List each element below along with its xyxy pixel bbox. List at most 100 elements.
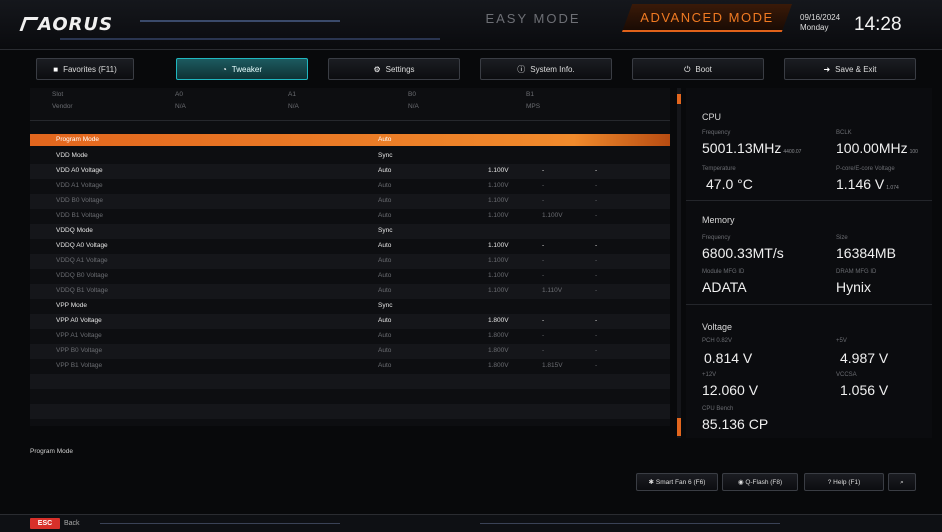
cpu-temp-value: 47.0 °C [706, 176, 753, 192]
v5-value: 4.987 V [840, 350, 889, 366]
setting-sep: - [595, 212, 598, 219]
setting-value: Auto [378, 272, 392, 279]
setting-value: Auto [378, 242, 392, 249]
date-text: 09/16/2024 [800, 13, 841, 22]
v5-label: +5V [836, 338, 847, 344]
tab-tweaker[interactable]: ◔ Tweaker [176, 58, 308, 80]
setting-row[interactable]: VDD A0 Voltage Auto 1.100V - - [30, 164, 670, 179]
setting-row[interactable]: VDD B0 Voltage Auto 1.100V - - [30, 194, 670, 209]
dram-mfg-value: Hynix [836, 279, 872, 295]
cpu-frequency-text: 5001.13MHz [702, 140, 782, 156]
setting-row[interactable]: VDDQ B0 Voltage Auto 1.100V - - [30, 269, 670, 284]
tab-save-exit[interactable]: ➜ Save & Exit [784, 58, 916, 80]
setting-row[interactable]: VDDQ B1 Voltage Auto 1.100V 1.110V - [30, 284, 670, 299]
tab-boot[interactable]: ⏻ Boot [632, 58, 764, 80]
setting-row[interactable]: VDDQ A1 Voltage Auto 1.100V - - [30, 254, 670, 269]
bclk-value: 100.00MHz 100 [836, 140, 918, 156]
tab-label: Boot [695, 65, 712, 74]
pch-value: 0.814 V [704, 350, 753, 366]
setting-value: Auto [378, 182, 392, 189]
setting-extra: - [542, 332, 545, 339]
setting-row[interactable]: VPP A1 Voltage Auto 1.800V - - [30, 329, 670, 344]
date-display: 09/16/2024 Monday [800, 13, 840, 33]
button-label: Q-Flash (F8) [745, 479, 783, 486]
tab-settings[interactable]: ⚙ Settings [328, 58, 460, 80]
search-button[interactable]: ⌕ [888, 473, 916, 491]
scrollbar-thumb[interactable] [677, 94, 681, 104]
vendor-header-row: Vendor N/A N/A N/A MPS [30, 100, 670, 115]
setting-voltage: 1.100V [488, 272, 509, 279]
favorites-icon: ■ [53, 65, 59, 74]
setting-name: VDD Mode [56, 152, 88, 159]
fan-icon: ✱ [648, 479, 656, 486]
tweaker-icon: ◔ [221, 65, 227, 74]
cpu-bench-label: CPU Bench [702, 406, 734, 412]
search-icon: ⌕ [900, 479, 904, 486]
dram-mfg-label: DRAM MFG ID [836, 269, 877, 275]
setting-row[interactable]: VDDQ A0 Voltage Auto 1.100V - - [30, 239, 670, 254]
setting-row[interactable]: VPP Mode Sync [30, 299, 670, 314]
setting-name: VDDQ B1 Voltage [56, 287, 109, 294]
setting-extra: - [542, 347, 545, 354]
setting-sep: - [595, 347, 598, 354]
cpu-temp-label: Temperature [702, 166, 736, 172]
smart-fan-button[interactable]: ✱ Smart Fan 6 (F6) [636, 473, 718, 491]
bclk-text: 100.00MHz [836, 140, 908, 156]
setting-sep: - [595, 362, 598, 369]
setting-name: VPP A0 Voltage [56, 317, 102, 324]
setting-voltage: 1.100V [488, 197, 509, 204]
v12-value: 12.060 V [702, 382, 759, 398]
easy-mode-button[interactable]: EASY MODE [458, 6, 608, 32]
memory-section-title: Memory [702, 215, 735, 225]
setting-voltage: 1.800V [488, 347, 509, 354]
setting-value: Auto [378, 212, 392, 219]
setting-row[interactable]: VDD B1 Voltage Auto 1.100V 1.100V - [30, 209, 670, 224]
scrollbar[interactable] [677, 88, 681, 438]
setting-extra: 1.100V [542, 212, 563, 219]
empty-row [30, 374, 670, 389]
cpu-section-title: CPU [702, 112, 722, 122]
setting-value: Auto [378, 257, 392, 264]
setting-row[interactable]: VPP B0 Voltage Auto 1.800V - - [30, 344, 670, 359]
mem-size-value: 16384MB [836, 245, 896, 261]
advanced-mode-button[interactable]: ADVANCED MODE [622, 4, 792, 32]
setting-extra: - [542, 182, 545, 189]
module-mfg-value: ADATA [702, 279, 747, 295]
main-tabs: ■ Favorites (F11) ◔ Tweaker ⚙ Settings ⓘ Sys… [36, 58, 920, 80]
setting-sep: - [595, 242, 598, 249]
empty-row [30, 404, 670, 419]
vcore-label: P-core/E-core Voltage [836, 166, 895, 172]
help-button[interactable]: ? Help (F1) [804, 473, 884, 491]
setting-row[interactable]: VPP B1 Voltage Auto 1.800V 1.815V - [30, 359, 670, 374]
setting-value: Auto [378, 136, 392, 143]
esc-key-button[interactable]: ESC [30, 518, 60, 529]
setting-row[interactable]: VDDQ Mode Sync [30, 224, 670, 239]
setting-voltage: 1.800V [488, 362, 509, 369]
divider [30, 120, 670, 121]
tab-system-info[interactable]: ⓘ System Info. [480, 58, 612, 80]
setting-sep: - [595, 332, 598, 339]
setting-row-program-mode[interactable]: Program Mode Auto [30, 134, 670, 146]
tab-label: Tweaker [231, 65, 263, 74]
setting-row[interactable]: VDD A1 Voltage Auto 1.100V - - [30, 179, 670, 194]
setting-row[interactable]: VDD Mode Sync [30, 149, 670, 164]
setting-sep: - [595, 182, 598, 189]
scrollbar-thumb[interactable] [677, 418, 681, 436]
cpu-bench-value: 85.136 CP [702, 416, 769, 432]
setting-sep: - [595, 272, 598, 279]
setting-name: VDDQ B0 Voltage [56, 272, 109, 279]
hardware-info-panel: CPU Frequency 5001.13MHz 4400.07 BCLK 100… [686, 88, 932, 438]
setting-row[interactable]: VPP A0 Voltage Auto 1.800V - - [30, 314, 670, 329]
setting-name: VPP Mode [56, 302, 87, 309]
bios-screen: AORUS EASY MODE ADVANCED MODE 09/16/2024… [0, 0, 942, 532]
tab-favorites[interactable]: ■ Favorites (F11) [36, 58, 134, 80]
setting-extra: - [542, 272, 545, 279]
setting-voltage: 1.800V [488, 332, 509, 339]
vendor-b1: MPS [526, 103, 541, 110]
q-flash-button[interactable]: ◉ Q-Flash (F8) [722, 473, 798, 491]
tab-label: Settings [385, 65, 415, 74]
setting-voltage: 1.100V [488, 182, 509, 189]
setting-voltage: 1.100V [488, 242, 509, 249]
decor-stripe [60, 38, 440, 40]
vendor-a0: N/A [175, 103, 186, 110]
